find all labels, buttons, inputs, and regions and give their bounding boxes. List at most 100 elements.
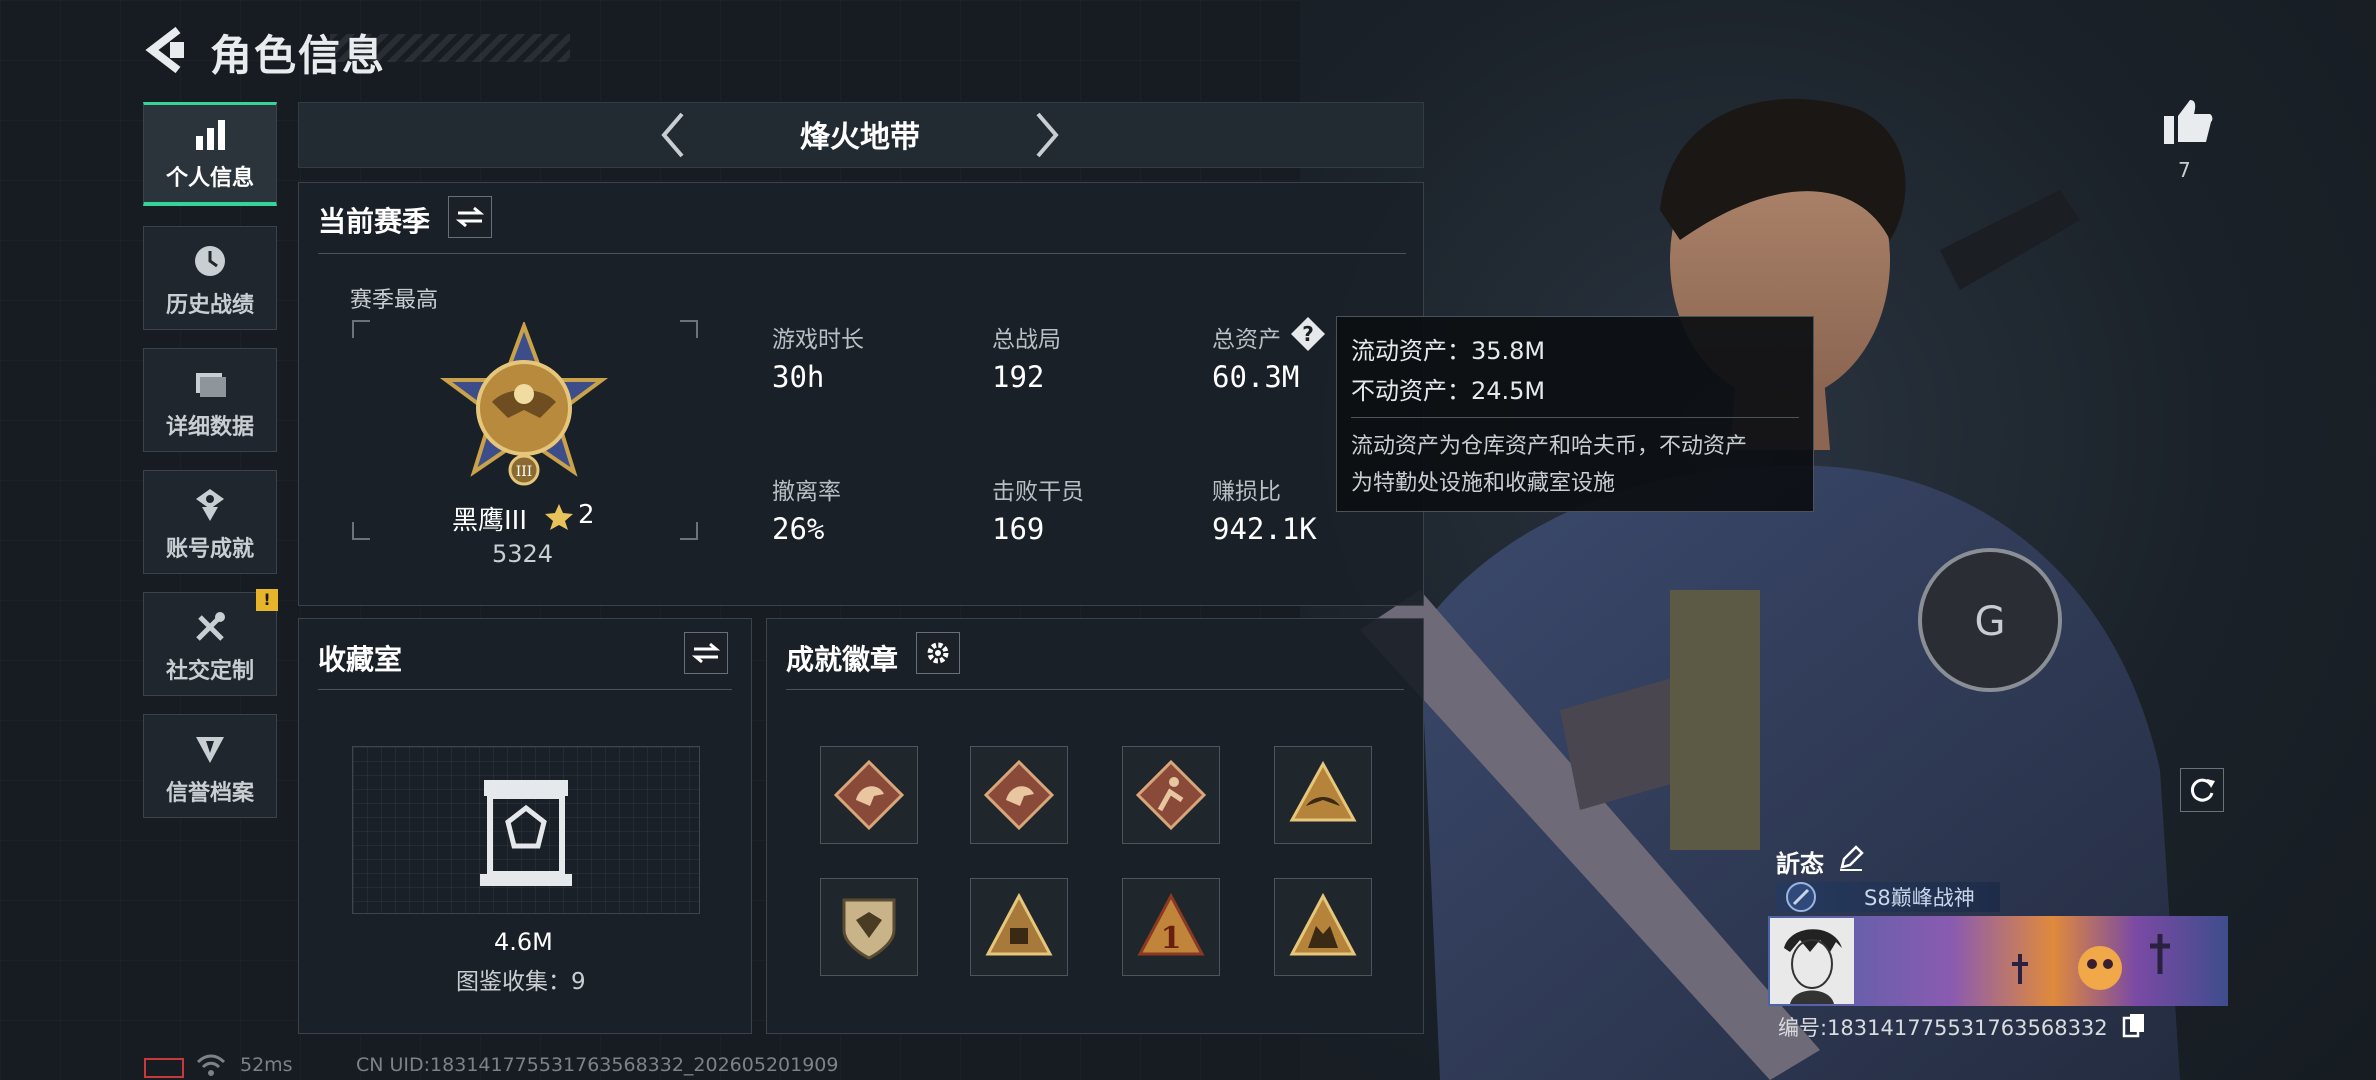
bar-chart-icon (196, 120, 225, 150)
achievement-badge[interactable] (820, 746, 918, 844)
number-one-badge-icon: 1 (1137, 892, 1205, 956)
thumbs-up-icon[interactable] (2162, 96, 2214, 146)
season-switch-button[interactable] (448, 196, 492, 238)
stat-value-total-assets: 60.3M (1212, 360, 1300, 394)
dragon-badge-icon (834, 760, 904, 830)
next-mode-arrow-icon[interactable] (1020, 108, 1070, 162)
season-section-title: 当前赛季 (318, 205, 431, 238)
rank-emblem-icon: III (439, 322, 609, 486)
stat-value-profit-loss-ratio: 942.1K (1212, 512, 1317, 546)
player-title-tag: S8巅峰战神 (1864, 886, 1975, 910)
like-count: 7 (2178, 158, 2191, 182)
frame-corner (352, 522, 370, 540)
ping-indicator: 52ms (240, 1054, 293, 1076)
asset-tooltip: 流动资产：35.8M 不动资产：24.5M 流动资产为仓库资产和哈夫币，不动资产… (1336, 316, 1814, 512)
achievement-badge[interactable] (970, 746, 1068, 844)
sidebar-item-label: 历史战绩 (165, 293, 254, 318)
tools-icon (196, 612, 225, 641)
achievement-badge[interactable] (1122, 746, 1220, 844)
shield-badge-icon (842, 898, 896, 960)
stat-label-extraction-rate: 撤离率 (772, 479, 841, 505)
dragon-badge-icon (984, 760, 1054, 830)
stat-label-profit-loss-ratio: 赚损比 (1212, 479, 1281, 505)
stat-value-play-time: 30h (772, 360, 825, 394)
achievement-badges-title: 成就徽章 (786, 643, 899, 676)
player-id: 编号:183141775531763568332 (1778, 1016, 2108, 1040)
sidebar-item-label: 个人信息 (165, 166, 254, 191)
rotate-character-button[interactable] (2180, 768, 2224, 812)
stat-label-operators-defeated: 击败干员 (992, 479, 1084, 505)
collection-value: 4.6M (494, 928, 553, 956)
sidebar-item-label: 社交定制 (165, 659, 254, 684)
edit-pencil-icon[interactable] (1836, 843, 1866, 873)
divider (318, 689, 732, 690)
stat-label-play-time: 游戏时长 (772, 327, 864, 353)
wolf-badge-icon (1289, 892, 1357, 956)
stat-label-total-matches: 总战局 (992, 327, 1061, 353)
runner-badge-icon (1136, 760, 1206, 830)
stat-value-operators-defeated: 169 (992, 512, 1045, 546)
previous-mode-arrow-icon[interactable] (650, 108, 700, 162)
swap-icon (692, 642, 720, 664)
achievement-badge[interactable]: 1 (1122, 878, 1220, 976)
achievement-badge[interactable] (820, 878, 918, 976)
fixed-assets-text: 不动资产：24.5M (1351, 377, 1546, 405)
frame-corner (352, 320, 370, 338)
frame-corner (680, 320, 698, 338)
banner-decoration (2012, 934, 2170, 990)
avatar-illustration (1784, 929, 1842, 1004)
back-arrow-icon[interactable] (140, 22, 190, 78)
stat-value-extraction-rate: 26% (772, 512, 825, 546)
divider (786, 689, 1404, 690)
copy-icon[interactable] (2122, 1012, 2146, 1038)
collection-count: 图鉴收集：9 (456, 969, 586, 995)
rank-name: 黑鹰III (452, 506, 528, 536)
eagle-badge-icon (1289, 760, 1357, 822)
svg-text:G: G (1975, 599, 2006, 645)
badge-settings-button[interactable] (916, 632, 960, 674)
account-uid-line: CN UID:183141775531763568332_20260520190… (356, 1054, 839, 1076)
wifi-icon (196, 1054, 226, 1076)
sidebar-item-match-history[interactable]: 历史战绩 (143, 226, 277, 330)
collection-switch-button[interactable] (684, 632, 728, 674)
help-icon[interactable]: ? (1290, 316, 1326, 352)
season-best-label: 赛季最高 (350, 288, 439, 313)
sidebar-item-social-customization[interactable]: 社交定制 ! (143, 589, 278, 696)
svg-text:1: 1 (1161, 921, 1182, 956)
sidebar-item-personal-info[interactable]: 个人信息 (143, 102, 277, 206)
medal-icon (196, 489, 224, 521)
sidebar-item-account-achievements[interactable]: 账号成就 (143, 470, 277, 574)
divider (318, 253, 1406, 254)
tooltip-description-line-1: 流动资产为仓库资产和哈夫币，不动资产 (1351, 434, 1748, 459)
pyramid-badge-icon (985, 892, 1053, 956)
frame-corner (680, 522, 698, 540)
notification-badge: ! (256, 589, 278, 611)
mode-title: 烽火地带 (800, 120, 920, 155)
battery-icon (144, 1058, 184, 1078)
stat-value-total-matches: 192 (992, 360, 1045, 394)
clock-icon (195, 246, 225, 276)
collection-room-title: 收藏室 (318, 643, 403, 676)
achievement-badge[interactable] (970, 878, 1068, 976)
display-case-icon (480, 780, 572, 886)
folder-icon (196, 373, 226, 397)
avatar[interactable] (1770, 918, 1854, 1004)
tooltip-description-line-2: 为特勤处设施和收藏室设施 (1351, 471, 1616, 496)
sidebar-item-reputation-record[interactable]: 信誉档案 (143, 714, 277, 818)
refresh-icon (2190, 778, 2215, 802)
svg-text:?: ? (1302, 322, 1314, 346)
title-emblem-icon (1786, 882, 1816, 912)
svg-text:III: III (516, 464, 533, 480)
achievement-badge[interactable] (1274, 746, 1372, 844)
sidebar-item-label: 账号成就 (165, 537, 254, 562)
player-name: 訢态 (1776, 850, 1824, 878)
page-title: 角色信息 (210, 31, 387, 80)
rank-points: 5324 (492, 540, 554, 568)
liquid-assets-text: 流动资产：35.8M (1351, 337, 1546, 365)
sidebar-item-label: 详细数据 (165, 415, 254, 440)
achievement-badge[interactable] (1274, 878, 1372, 976)
sidebar-item-detailed-data[interactable]: 详细数据 (143, 348, 277, 452)
sidebar-item-label: 信誉档案 (165, 781, 254, 806)
stat-label-total-assets: 总资产 (1212, 327, 1281, 353)
star-icon (545, 504, 573, 530)
